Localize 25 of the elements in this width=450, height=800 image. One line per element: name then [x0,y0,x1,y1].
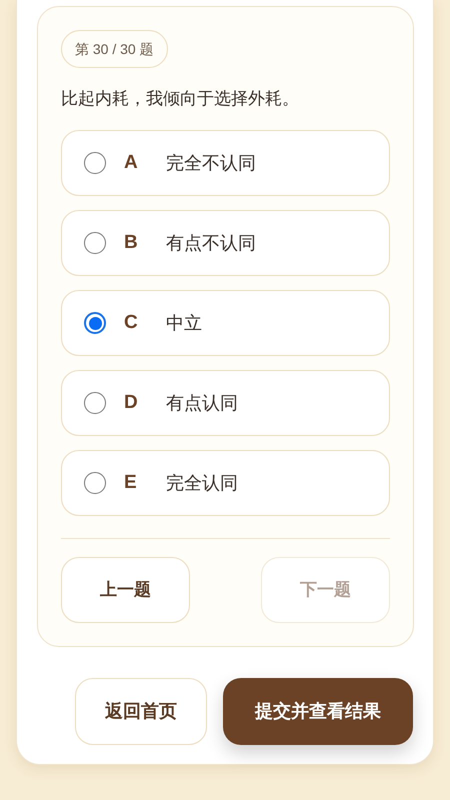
option-label: 有点不认同 [166,232,256,254]
progress-badge: 第 30 / 30 题 [61,30,168,68]
radio-button[interactable] [84,472,106,494]
option-label: 有点认同 [166,392,238,414]
answer-option[interactable]: D 有点认同 [61,370,390,436]
radio-button[interactable] [84,392,106,414]
home-button[interactable]: 返回首页 [75,678,207,745]
option-letter: C [124,310,139,335]
previous-button[interactable]: 上一题 [61,557,190,623]
option-label: 完全认同 [166,472,238,494]
option-letter: E [124,470,138,495]
submit-button[interactable]: 提交并查看结果 [223,678,413,745]
option-label: 完全不认同 [166,152,256,174]
radio-button[interactable] [84,232,106,254]
answer-option[interactable]: B 有点不认同 [61,210,390,276]
answer-option[interactable]: C 中立 [61,290,390,356]
option-letter: A [124,150,139,175]
radio-button[interactable] [84,312,106,334]
option-letter: D [124,390,139,415]
answer-option[interactable]: E 完全认同 [61,450,390,516]
question-text: 比起内耗，我倾向于选择外耗。 [61,88,300,110]
radio-button[interactable] [84,152,106,174]
answer-option[interactable]: A 完全不认同 [61,130,390,196]
option-letter: B [124,230,139,255]
option-label: 中立 [166,312,202,334]
